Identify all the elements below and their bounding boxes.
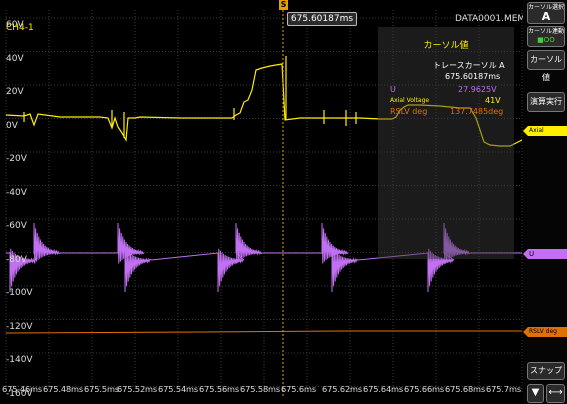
cursor-time-readout: 675.60187ms xyxy=(287,12,357,26)
y-tick-label: -40V xyxy=(6,187,27,198)
y-tick-label: 60V xyxy=(6,20,24,30)
y-tick-label: -20V xyxy=(6,154,27,164)
row-u-name: U xyxy=(390,85,396,94)
y-tick-label: -80V xyxy=(6,254,27,265)
x-tick-label: 675.54ms xyxy=(158,384,199,394)
y-tick-label: -60V xyxy=(6,221,27,231)
x-tick-label: 675.6ms xyxy=(281,384,316,394)
zoom-button[interactable]: ⟷ xyxy=(546,384,565,403)
y-tick-label: -100V xyxy=(6,288,33,298)
y-tick-label: -120V xyxy=(6,321,33,332)
row-rslv-name: RSLV deg xyxy=(390,107,428,116)
trace-cursor-label: トレースカーソル A xyxy=(433,61,505,70)
x-tick-label: 675.5ms xyxy=(84,384,119,394)
cursor-link-value: ■OO xyxy=(537,36,555,44)
y-tick-label: -140V xyxy=(6,355,33,365)
tag-u[interactable]: U xyxy=(523,249,567,259)
row-u-value: 27.9625V xyxy=(458,85,497,94)
x-tick-label: 675.48ms xyxy=(43,384,84,394)
tag-rslv[interactable]: RSLV deg xyxy=(523,327,567,337)
x-tick-label: 675.62ms xyxy=(322,384,363,394)
row-axial-value: 41V xyxy=(485,96,501,105)
tag-axial-voltage[interactable]: Axial Voltage xyxy=(523,126,567,136)
y-tick-label: 0V xyxy=(6,120,18,131)
cursor-value-button[interactable]: カーソル値 xyxy=(527,50,565,82)
x-tick-label: 675.46ms xyxy=(2,384,43,394)
nav-down-icon[interactable]: ▼ xyxy=(527,384,544,403)
x-tick-label: 675.7ms xyxy=(486,384,521,394)
oscilloscope-screen: S 675.60187ms DATA0001.MEM CH4-1 60V 40V 2… xyxy=(0,0,567,404)
snap-button[interactable]: スナップ xyxy=(527,362,565,380)
cursor-select-value: A xyxy=(541,10,551,23)
x-tick-label: 675.66ms xyxy=(404,384,445,394)
y-tick-label: 40V xyxy=(6,53,24,64)
cursor-value-panel: カーソル値 トレースカーソル A 675.60187ms U 27.9625V … xyxy=(378,27,514,259)
x-tick-label: 675.68ms xyxy=(445,384,486,394)
cursor-select-button[interactable]: カーソル選択 A xyxy=(527,2,565,24)
x-tick-label: 675.56ms xyxy=(199,384,240,394)
panel-title: カーソル値 xyxy=(423,41,469,51)
y-tick-label: 20V xyxy=(6,87,24,97)
row-axial-name: Axial Voltage xyxy=(390,97,430,104)
x-tick-label: 675.58ms xyxy=(240,384,281,394)
cursor-link-button[interactable]: カーソル連動 ■OO xyxy=(527,26,565,47)
x-tick-label: 675.52ms xyxy=(117,384,158,394)
cursor-link-label: カーソル連動 xyxy=(528,28,565,35)
row-rslv-value: 137.7485deg xyxy=(450,107,504,116)
trigger-marker[interactable]: S xyxy=(279,0,288,10)
x-tick-label: 675.64ms xyxy=(363,384,404,394)
compute-button[interactable]: 演算実行 xyxy=(527,92,565,112)
panel-time: 675.60187ms xyxy=(445,72,501,81)
rslv-trace xyxy=(5,330,522,334)
file-name: DATA0001.MEM xyxy=(455,14,526,24)
